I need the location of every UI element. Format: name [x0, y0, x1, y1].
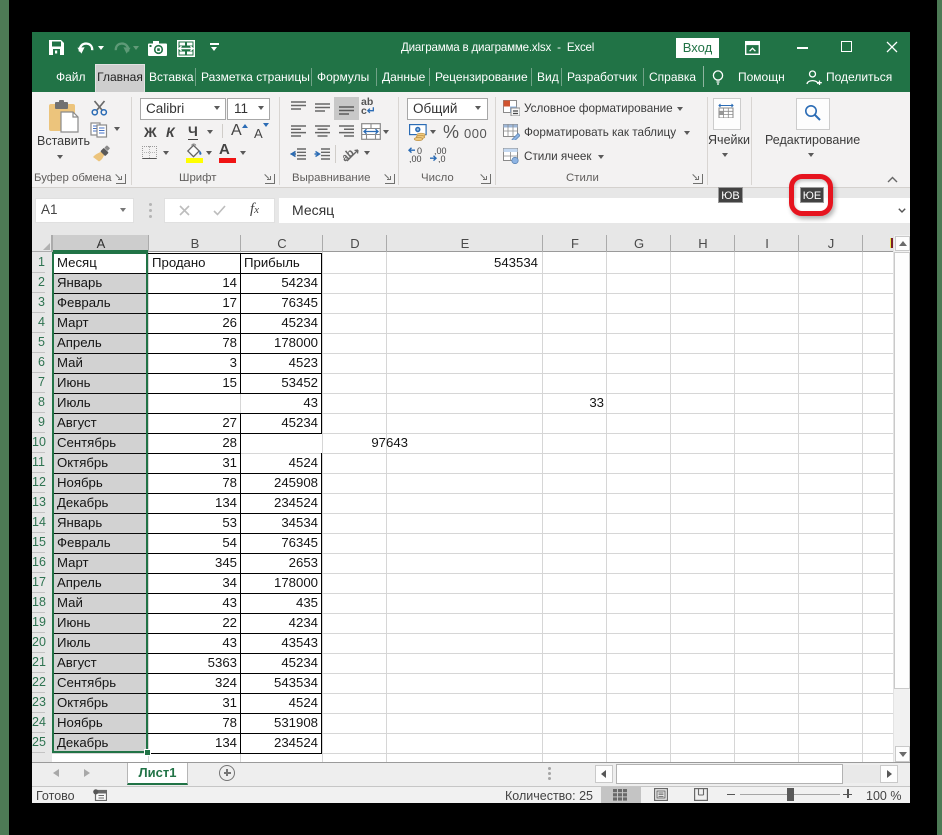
svg-text:,0: ,0	[438, 154, 446, 163]
svg-text:,00: ,00	[409, 154, 422, 163]
svg-text:ab: ab	[343, 147, 357, 164]
